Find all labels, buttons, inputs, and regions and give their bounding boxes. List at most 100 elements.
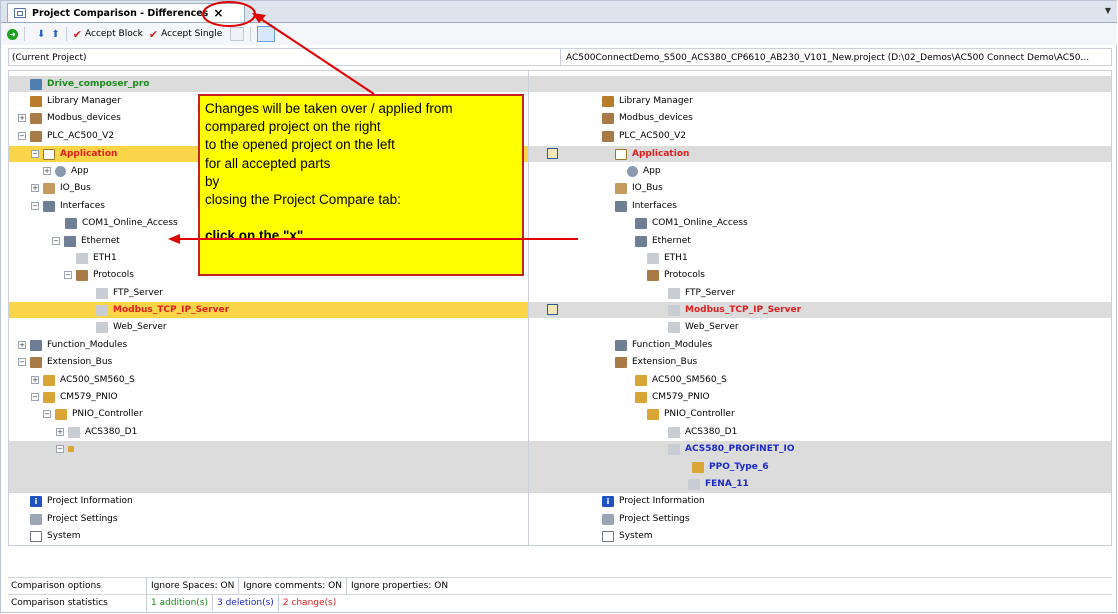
expand-icon[interactable]: + xyxy=(18,341,26,349)
tree-item-library-manager[interactable]: Library Manager xyxy=(602,93,693,109)
tree-item-placeholder[interactable]: − xyxy=(56,441,79,457)
tree-item-eth1[interactable]: ETH1 xyxy=(647,250,688,266)
accept-change-icon[interactable] xyxy=(547,304,558,315)
expand-icon[interactable]: + xyxy=(56,428,64,436)
tree-item-application[interactable]: − Application xyxy=(31,146,117,162)
tree-item-project-settings[interactable]: Project Settings xyxy=(602,511,690,527)
expand-icon[interactable]: + xyxy=(18,114,26,122)
tree-item-pnio-controller[interactable]: PNIO_Controller xyxy=(647,406,735,422)
collapse-icon[interactable]: − xyxy=(52,237,60,245)
tree-item-acs380[interactable]: + ACS380_D1 xyxy=(56,424,137,440)
accept-single-button[interactable]: ✔ Accept Single xyxy=(149,28,222,41)
tree-item-library-manager[interactable]: Library Manager xyxy=(30,93,121,109)
row-highlight-addition xyxy=(9,76,1111,92)
expand-icon[interactable]: + xyxy=(43,167,51,175)
tree-item-io-bus[interactable]: IO_Bus xyxy=(615,180,663,196)
next-difference-icon[interactable]: ⬇ xyxy=(37,29,45,40)
tree-item-label: Ethernet xyxy=(652,236,691,246)
drive-icon xyxy=(68,426,80,438)
tree-item-eth1[interactable]: ETH1 xyxy=(76,250,117,266)
tree-item-acs580[interactable]: ACS580_PROFINET_IO xyxy=(668,441,795,457)
tree-item-function-modules[interactable]: Function_Modules xyxy=(615,337,712,353)
tree-item-sm560[interactable]: + AC500_SM560_S xyxy=(31,372,135,388)
tree-item-io-bus[interactable]: + IO_Bus xyxy=(31,180,91,196)
collapse-icon[interactable]: − xyxy=(56,445,64,453)
function-modules-icon xyxy=(615,339,627,351)
tree-item-cm579[interactable]: − CM579_PNIO xyxy=(31,389,118,405)
tree-item-drive-composer[interactable]: Drive_composer_pro xyxy=(30,76,149,92)
pane-divider[interactable] xyxy=(528,71,529,545)
tree-item-sm560[interactable]: AC500_SM560_S xyxy=(635,372,727,388)
toggle-view-button[interactable] xyxy=(257,26,276,42)
refresh-button[interactable]: ➜ xyxy=(7,28,18,40)
refresh-icon: ➜ xyxy=(7,28,18,40)
tree-item-ftp-server[interactable]: FTP_Server xyxy=(668,285,735,301)
tree-item-fena[interactable]: FENA_11 xyxy=(688,476,749,492)
collapse-icon[interactable]: − xyxy=(31,202,39,210)
tree-item-plc[interactable]: − PLC_AC500_V2 xyxy=(18,128,114,144)
collapse-icon[interactable]: − xyxy=(64,271,72,279)
tree-item-label: PLC_AC500_V2 xyxy=(619,131,687,141)
tree-item-ethernet[interactable]: Ethernet xyxy=(635,233,691,249)
module-icon xyxy=(43,391,55,403)
tree-item-system[interactable]: System xyxy=(30,528,81,544)
expand-icon[interactable]: + xyxy=(31,376,39,384)
tree-item-app[interactable]: + App xyxy=(43,163,89,179)
project-header: (Current Project) AC500ConnectDemo_S500_… xyxy=(8,48,1112,66)
accept-block-button[interactable]: ✔ Accept Block xyxy=(73,28,143,41)
tree-item-web-server[interactable]: Web_Server xyxy=(668,319,739,335)
tree-item-app[interactable]: App xyxy=(627,163,661,179)
tree-item-ftp-server[interactable]: FTP_Server xyxy=(96,285,163,301)
tree-item-project-info[interactable]: i Project Information xyxy=(30,493,133,509)
tab-project-comparison[interactable]: Project Comparison - Differences × xyxy=(7,3,245,22)
tree-item-project-settings[interactable]: Project Settings xyxy=(30,511,118,527)
tree-item-web-server[interactable]: Web_Server xyxy=(96,319,167,335)
collapse-icon[interactable]: − xyxy=(43,410,51,418)
collapse-icon[interactable]: − xyxy=(31,393,39,401)
tree-item-label: App xyxy=(71,166,89,176)
tree-item-modbus-devices[interactable]: + Modbus_devices xyxy=(18,110,121,126)
tree-item-project-info[interactable]: i Project Information xyxy=(602,493,705,509)
tree-item-ppo-type[interactable]: PPO_Type_6 xyxy=(692,459,769,475)
tree-item-modbus-devices[interactable]: Modbus_devices xyxy=(602,110,693,126)
collapse-icon[interactable]: − xyxy=(31,150,39,158)
comparison-statistics-label: Comparison statistics xyxy=(11,598,108,608)
tree-item-ethernet[interactable]: − Ethernet xyxy=(52,233,120,249)
row-highlight-changed-right xyxy=(529,302,1111,318)
tree-item-label: IO_Bus xyxy=(632,183,663,193)
tree-item-com1[interactable]: COM1_Online_Access xyxy=(65,215,178,231)
tree-item-com1[interactable]: COM1_Online_Access xyxy=(635,215,748,231)
tree-item-protocols[interactable]: − Protocols xyxy=(64,267,134,283)
collapse-icon[interactable]: − xyxy=(18,358,26,366)
previous-difference-icon[interactable]: ⬆ xyxy=(51,29,59,40)
tree-item-modbus-tcp[interactable]: Modbus_TCP_IP_Server xyxy=(96,302,229,318)
tree-item-plc[interactable]: PLC_AC500_V2 xyxy=(602,128,686,144)
tree-item-label: ACS580_PROFINET_IO xyxy=(685,444,795,454)
tab-title: Project Comparison - Differences xyxy=(32,7,209,19)
tree-item-interfaces[interactable]: − Interfaces xyxy=(31,198,105,214)
collapse-icon[interactable]: − xyxy=(18,132,26,140)
tree-item-pnio-controller[interactable]: − PNIO_Controller xyxy=(43,406,143,422)
tree-item-interfaces[interactable]: Interfaces xyxy=(615,198,677,214)
tree-item-extension-bus[interactable]: Extension_Bus xyxy=(615,354,697,370)
tree-item-application[interactable]: Application xyxy=(615,146,689,162)
tree-item-acs380[interactable]: ACS380_D1 xyxy=(668,424,737,440)
tree-item-modbus-tcp[interactable]: Modbus_TCP_IP_Server xyxy=(668,302,801,318)
module-icon xyxy=(688,478,700,490)
ignore-spaces-status: Ignore Spaces: ON xyxy=(146,578,238,594)
tree-item-label: IO_Bus xyxy=(60,183,91,193)
tree-item-system[interactable]: System xyxy=(602,528,653,544)
expand-icon[interactable]: + xyxy=(31,184,39,192)
tree-item-cm579[interactable]: CM579_PNIO xyxy=(635,389,710,405)
accept-properties-button[interactable] xyxy=(230,27,245,41)
device-icon xyxy=(30,112,42,124)
tree-item-extension-bus[interactable]: − Extension_Bus xyxy=(18,354,112,370)
close-icon[interactable]: × xyxy=(213,7,223,19)
chevron-down-icon[interactable]: ▼ xyxy=(1105,6,1111,15)
tree-item-function-modules[interactable]: + Function_Modules xyxy=(18,337,127,353)
accept-block-label: Accept Block xyxy=(85,29,143,39)
accept-change-icon[interactable] xyxy=(547,148,558,159)
tree-item-label: ETH1 xyxy=(664,253,688,263)
drive-icon xyxy=(668,443,680,455)
tree-item-protocols[interactable]: Protocols xyxy=(647,267,705,283)
